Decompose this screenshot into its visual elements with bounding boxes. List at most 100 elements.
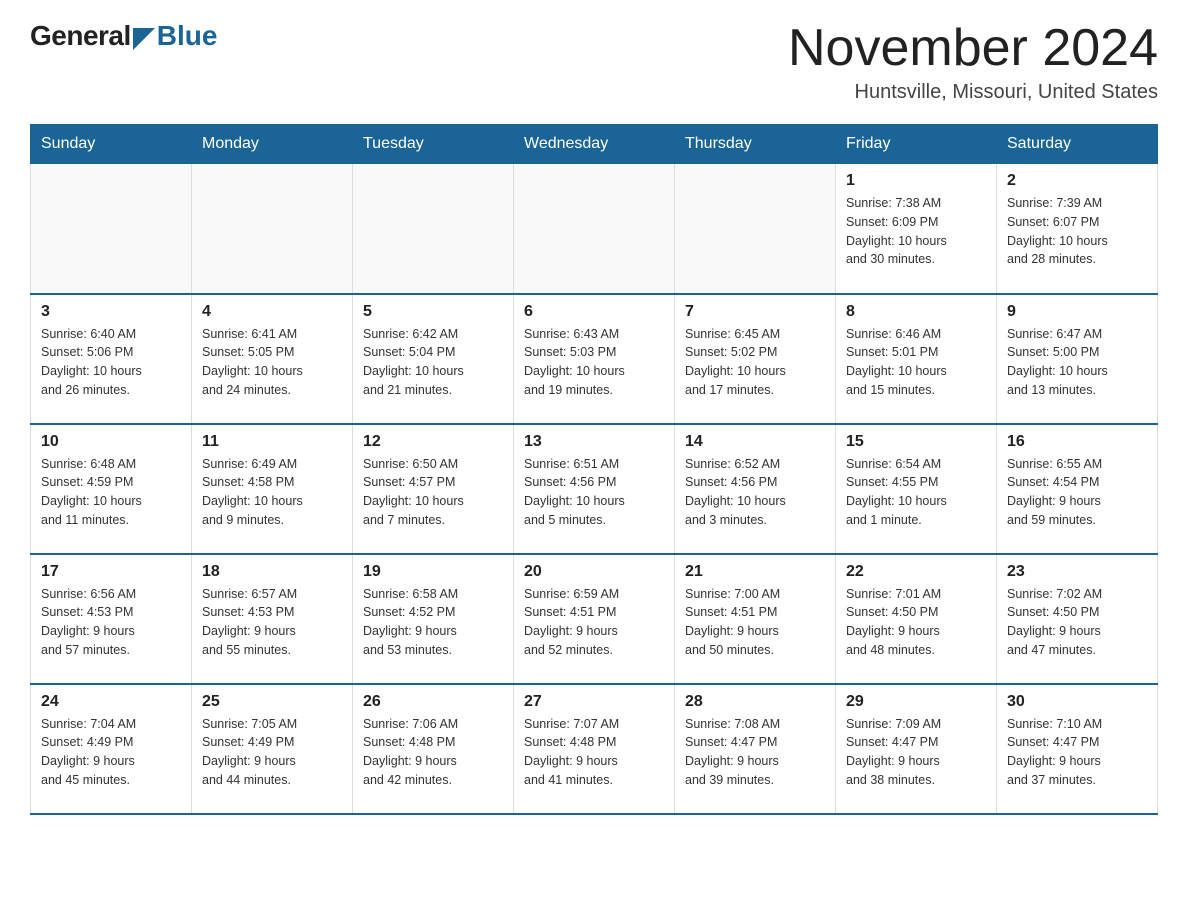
day-number: 16 — [1007, 433, 1147, 451]
day-info: Sunrise: 6:46 AM Sunset: 5:01 PM Dayligh… — [846, 325, 986, 400]
page-header: General Blue November 2024 Huntsville, M… — [30, 20, 1158, 104]
day-number: 20 — [524, 563, 664, 581]
page-subtitle: Huntsville, Missouri, United States — [788, 81, 1158, 104]
weekday-header-thursday: Thursday — [675, 125, 836, 164]
calendar-cell: 28 Sunrise: 7:08 AM Sunset: 4:47 PM Dayli… — [675, 684, 836, 814]
calendar-cell: 27Sunrise: 7:07 AM Sunset: 4:48 PM Dayli… — [514, 684, 675, 814]
day-info: Sunrise: 7:06 AM Sunset: 4:48 PM Dayligh… — [363, 715, 503, 790]
day-number: 6 — [524, 303, 664, 321]
calendar-cell: 13 Sunrise: 6:51 AM Sunset: 4:56 PM Dayli… — [514, 424, 675, 554]
calendar-cell: 15 Sunrise: 6:54 AM Sunset: 4:55 PM Dayli… — [836, 424, 997, 554]
day-number: 30 — [1007, 693, 1147, 711]
day-info: Sunrise: 7:08 AM Sunset: 4:47 PM Dayligh… — [685, 715, 825, 790]
day-number: 9 — [1007, 303, 1147, 321]
weekday-header-tuesday: Tuesday — [353, 125, 514, 164]
day-number: 25 — [202, 693, 342, 711]
day-number: 15 — [846, 433, 986, 451]
calendar-week-2: 3 Sunrise: 6:40 AM Sunset: 5:06 PM Daylig… — [31, 294, 1158, 424]
day-info: Sunrise: 7:05 AM Sunset: 4:49 PM Dayligh… — [202, 715, 342, 790]
day-info: Sunrise: 7:04 AM Sunset: 4:49 PM Dayligh… — [41, 715, 181, 790]
weekday-header-friday: Friday — [836, 125, 997, 164]
logo-general-text: General — [30, 20, 131, 52]
calendar-cell: 6Sunrise: 6:43 AM Sunset: 5:03 PM Daylig… — [514, 294, 675, 424]
day-info: Sunrise: 7:02 AM Sunset: 4:50 PM Dayligh… — [1007, 585, 1147, 660]
day-info: Sunrise: 6:48 AM Sunset: 4:59 PM Dayligh… — [41, 455, 181, 530]
day-number: 13 — [524, 433, 664, 451]
logo-blue-text: Blue — [157, 20, 218, 52]
calendar-cell — [192, 164, 353, 294]
day-info: Sunrise: 7:38 AM Sunset: 6:09 PM Dayligh… — [846, 194, 986, 269]
calendar-cell: 4 Sunrise: 6:41 AM Sunset: 5:05 PM Daylig… — [192, 294, 353, 424]
day-number: 23 — [1007, 563, 1147, 581]
day-info: Sunrise: 7:00 AM Sunset: 4:51 PM Dayligh… — [685, 585, 825, 660]
day-number: 26 — [363, 693, 503, 711]
calendar-cell — [675, 164, 836, 294]
day-number: 18 — [202, 563, 342, 581]
day-number: 11 — [202, 433, 342, 451]
day-number: 22 — [846, 563, 986, 581]
day-info: Sunrise: 7:39 AM Sunset: 6:07 PM Dayligh… — [1007, 194, 1147, 269]
day-number: 28 — [685, 693, 825, 711]
calendar-cell — [514, 164, 675, 294]
calendar-cell: 24Sunrise: 7:04 AM Sunset: 4:49 PM Dayli… — [31, 684, 192, 814]
weekday-header-monday: Monday — [192, 125, 353, 164]
weekday-header-saturday: Saturday — [997, 125, 1158, 164]
day-number: 7 — [685, 303, 825, 321]
calendar-cell: 16 Sunrise: 6:55 AM Sunset: 4:54 PM Dayli… — [997, 424, 1158, 554]
day-number: 29 — [846, 693, 986, 711]
day-number: 10 — [41, 433, 181, 451]
calendar-cell — [353, 164, 514, 294]
calendar-cell: 29 Sunrise: 7:09 AM Sunset: 4:47 PM Dayli… — [836, 684, 997, 814]
day-info: Sunrise: 6:51 AM Sunset: 4:56 PM Dayligh… — [524, 455, 664, 530]
day-info: Sunrise: 6:55 AM Sunset: 4:54 PM Dayligh… — [1007, 455, 1147, 530]
calendar-cell: 18Sunrise: 6:57 AM Sunset: 4:53 PM Dayli… — [192, 554, 353, 684]
day-info: Sunrise: 6:56 AM Sunset: 4:53 PM Dayligh… — [41, 585, 181, 660]
day-number: 5 — [363, 303, 503, 321]
day-info: Sunrise: 7:10 AM Sunset: 4:47 PM Dayligh… — [1007, 715, 1147, 790]
calendar-cell: 25 Sunrise: 7:05 AM Sunset: 4:49 PM Dayli… — [192, 684, 353, 814]
day-number: 8 — [846, 303, 986, 321]
calendar-cell: 11 Sunrise: 6:49 AM Sunset: 4:58 PM Dayli… — [192, 424, 353, 554]
day-info: Sunrise: 7:01 AM Sunset: 4:50 PM Dayligh… — [846, 585, 986, 660]
calendar-cell: 2 Sunrise: 7:39 AM Sunset: 6:07 PM Daylig… — [997, 164, 1158, 294]
day-number: 17 — [41, 563, 181, 581]
day-info: Sunrise: 6:40 AM Sunset: 5:06 PM Dayligh… — [41, 325, 181, 400]
day-info: Sunrise: 7:09 AM Sunset: 4:47 PM Dayligh… — [846, 715, 986, 790]
calendar-week-4: 17 Sunrise: 6:56 AM Sunset: 4:53 PM Dayli… — [31, 554, 1158, 684]
day-number: 3 — [41, 303, 181, 321]
logo-triangle-icon — [133, 28, 155, 50]
day-number: 27 — [524, 693, 664, 711]
calendar-cell: 7 Sunrise: 6:45 AM Sunset: 5:02 PM Daylig… — [675, 294, 836, 424]
calendar-cell: 5 Sunrise: 6:42 AM Sunset: 5:04 PM Daylig… — [353, 294, 514, 424]
weekday-header-row: SundayMondayTuesdayWednesdayThursdayFrid… — [31, 125, 1158, 164]
weekday-header-wednesday: Wednesday — [514, 125, 675, 164]
calendar-cell: 12 Sunrise: 6:50 AM Sunset: 4:57 PM Dayli… — [353, 424, 514, 554]
day-info: Sunrise: 6:52 AM Sunset: 4:56 PM Dayligh… — [685, 455, 825, 530]
day-info: Sunrise: 6:47 AM Sunset: 5:00 PM Dayligh… — [1007, 325, 1147, 400]
day-number: 2 — [1007, 172, 1147, 190]
day-info: Sunrise: 6:50 AM Sunset: 4:57 PM Dayligh… — [363, 455, 503, 530]
calendar-cell: 23 Sunrise: 7:02 AM Sunset: 4:50 PM Dayli… — [997, 554, 1158, 684]
title-block: November 2024 Huntsville, Missouri, Unit… — [788, 20, 1158, 104]
day-number: 4 — [202, 303, 342, 321]
calendar-cell: 14 Sunrise: 6:52 AM Sunset: 4:56 PM Dayli… — [675, 424, 836, 554]
logo: General Blue — [30, 20, 217, 52]
calendar-cell: 1Sunrise: 7:38 AM Sunset: 6:09 PM Daylig… — [836, 164, 997, 294]
calendar-cell: 21 Sunrise: 7:00 AM Sunset: 4:51 PM Dayli… — [675, 554, 836, 684]
day-info: Sunrise: 6:54 AM Sunset: 4:55 PM Dayligh… — [846, 455, 986, 530]
day-number: 21 — [685, 563, 825, 581]
day-info: Sunrise: 6:59 AM Sunset: 4:51 PM Dayligh… — [524, 585, 664, 660]
day-info: Sunrise: 6:42 AM Sunset: 5:04 PM Dayligh… — [363, 325, 503, 400]
day-number: 12 — [363, 433, 503, 451]
day-number: 14 — [685, 433, 825, 451]
day-number: 19 — [363, 563, 503, 581]
calendar-week-3: 10 Sunrise: 6:48 AM Sunset: 4:59 PM Dayli… — [31, 424, 1158, 554]
calendar-cell: 30 Sunrise: 7:10 AM Sunset: 4:47 PM Dayli… — [997, 684, 1158, 814]
calendar-cell: 19Sunrise: 6:58 AM Sunset: 4:52 PM Dayli… — [353, 554, 514, 684]
day-info: Sunrise: 6:49 AM Sunset: 4:58 PM Dayligh… — [202, 455, 342, 530]
calendar-cell: 17 Sunrise: 6:56 AM Sunset: 4:53 PM Dayli… — [31, 554, 192, 684]
calendar-cell: 9 Sunrise: 6:47 AM Sunset: 5:00 PM Daylig… — [997, 294, 1158, 424]
day-info: Sunrise: 6:45 AM Sunset: 5:02 PM Dayligh… — [685, 325, 825, 400]
day-info: Sunrise: 6:41 AM Sunset: 5:05 PM Dayligh… — [202, 325, 342, 400]
logo-text: General Blue — [30, 20, 217, 52]
